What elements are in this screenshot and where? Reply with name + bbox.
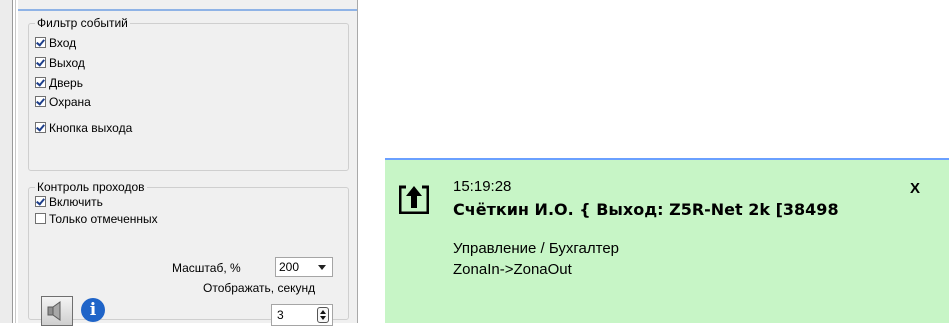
exit-arrow-icon [399, 185, 429, 214]
chevron-down-icon[interactable] [318, 265, 326, 270]
filter-security-checkbox[interactable]: Охрана [35, 94, 91, 109]
scale-label: Масштаб, % [172, 261, 241, 275]
close-button[interactable]: X [910, 180, 920, 197]
divider [15, 0, 16, 323]
checkbox-label: Дверь [49, 75, 83, 90]
notification-department: Управление / Бухгалтер [453, 240, 620, 257]
checkbox-label: Вход [49, 35, 77, 50]
event-notification: 15:19:28 X Счёткин И.О. { Выход: Z5R-Net… [385, 158, 949, 323]
access-control-title: Контроль проходов [37, 180, 145, 194]
checkbox-label: Кнопка выхода [49, 120, 133, 135]
checkbox-checked-icon[interactable] [35, 122, 46, 133]
checkbox-label: Охрана [49, 94, 91, 109]
checkbox-checked-icon[interactable] [35, 37, 46, 48]
enable-checkbox[interactable]: Включить [35, 194, 103, 209]
checkbox-checked-icon[interactable] [35, 57, 46, 68]
spin-up-icon[interactable] [320, 310, 326, 314]
event-filter-group: Фильтр событий Вход Выход Дверь Охрана К… [28, 16, 349, 171]
filter-exit-button-checkbox[interactable]: Кнопка выхода [35, 120, 132, 135]
speaker-icon [47, 301, 61, 321]
checkbox-label: Только отмеченных [49, 211, 158, 226]
filter-exit-checkbox[interactable]: Выход [35, 55, 85, 70]
sound-button[interactable] [41, 296, 73, 326]
filter-entry-checkbox[interactable]: Вход [35, 35, 76, 50]
info-icon[interactable]: i [81, 298, 105, 322]
access-control-group: Контроль проходов Включить Только отмече… [28, 180, 349, 326]
checkbox-label: Выход [49, 55, 85, 70]
filter-door-checkbox[interactable]: Дверь [35, 75, 83, 90]
display-seconds-label: Отображать, секунд [203, 281, 316, 295]
scale-value: 200 [279, 260, 300, 274]
divider [357, 0, 358, 323]
only-marked-checkbox[interactable]: Только отмеченных [35, 211, 158, 226]
divider [12, 0, 13, 323]
settings-panel: Фильтр событий Вход Выход Дверь Охрана К… [0, 0, 358, 326]
checkbox-checked-icon[interactable] [35, 196, 46, 207]
notification-zones: ZonaIn->ZonaOut [453, 261, 572, 278]
spin-down-icon[interactable] [320, 316, 326, 320]
spinner-buttons[interactable] [317, 307, 329, 323]
checkbox-checked-icon[interactable] [35, 77, 46, 88]
scale-select[interactable]: 200 [275, 257, 333, 277]
notification-time: 15:19:28 [453, 178, 512, 195]
event-filter-title: Фильтр событий [37, 16, 128, 30]
pane-top-edge [18, 0, 357, 11]
notification-title: Счёткин И.О. { Выход: Z5R-Net 2k [38498 [453, 200, 839, 219]
panel-edge [0, 0, 12, 323]
checkbox-unchecked-icon[interactable] [35, 213, 46, 224]
checkbox-checked-icon[interactable] [35, 96, 46, 107]
checkbox-label: Включить [49, 194, 103, 209]
display-seconds-value[interactable]: 3 [277, 308, 284, 322]
